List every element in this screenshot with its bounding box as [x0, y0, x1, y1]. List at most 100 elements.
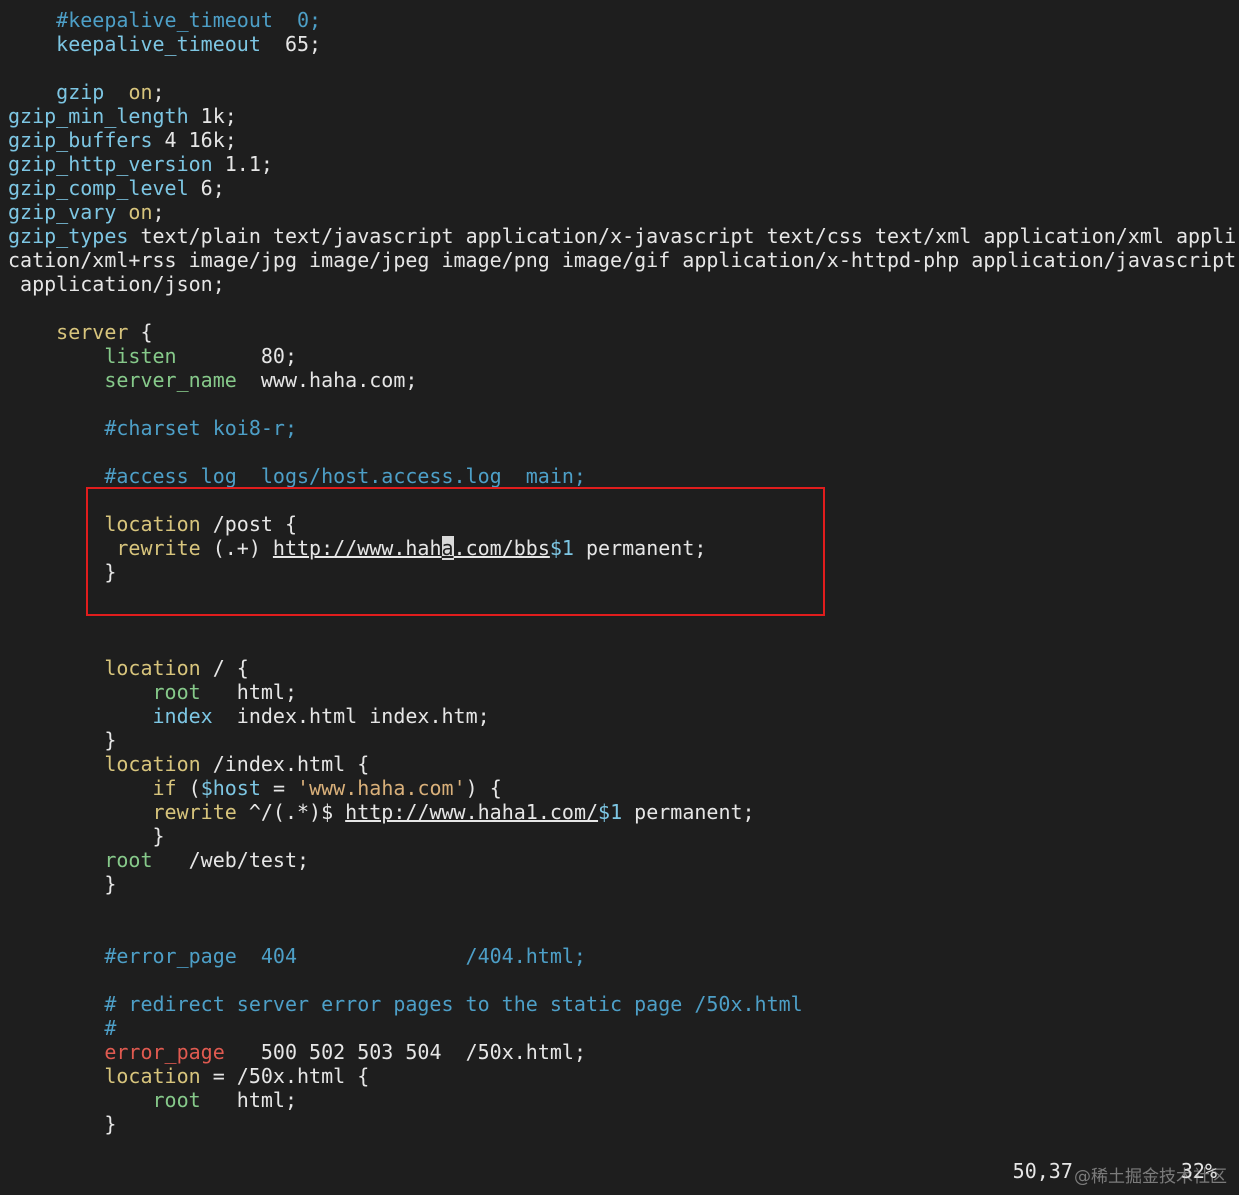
- code-token: gzip_types: [8, 224, 129, 248]
- code-line[interactable]: cation/xml+rss image/jpg image/jpeg imag…: [8, 248, 1239, 272]
- code-token: http://www.haha1.com/: [345, 800, 599, 824]
- code-line[interactable]: gzip_types text/plain text/javascript ap…: [8, 224, 1239, 248]
- code-line[interactable]: index index.html index.htm;: [8, 704, 1239, 728]
- code-token: www.haha.com;: [236, 368, 418, 392]
- code-token: 6;: [188, 176, 225, 200]
- code-line[interactable]: gzip_min_length 1k;: [8, 104, 1239, 128]
- code-token: location: [104, 1064, 201, 1088]
- code-token: html;: [200, 1088, 297, 1112]
- code-line[interactable]: #: [8, 1016, 1239, 1040]
- code-token: }: [8, 872, 117, 896]
- code-token: error_page: [104, 1040, 225, 1064]
- code-line[interactable]: location /index.html {: [8, 752, 1239, 776]
- code-token: }: [8, 728, 117, 752]
- code-line[interactable]: location / {: [8, 656, 1239, 680]
- code-line[interactable]: rewrite ^/(.*)$ http://www.haha1.com/$1 …: [8, 800, 1239, 824]
- code-token: cation/xml+rss image/jpg image/jpeg imag…: [8, 248, 1237, 272]
- annotation-highlight-box: [86, 487, 825, 616]
- code-token: location: [104, 752, 201, 776]
- code-token: permanent;: [622, 800, 755, 824]
- code-token: index: [152, 704, 213, 728]
- code-token: }: [8, 1112, 117, 1136]
- code-line[interactable]: error_page 500 502 503 504 /50x.html;: [8, 1040, 1239, 1064]
- code-line[interactable]: keepalive_timeout 65;: [8, 32, 1239, 56]
- code-token: server: [56, 320, 129, 344]
- code-line[interactable]: [8, 392, 1239, 416]
- code-token: gzip_vary: [8, 200, 117, 224]
- code-token: = /50x.html {: [200, 1064, 370, 1088]
- code-line[interactable]: [8, 632, 1239, 656]
- code-token: #keepalive_timeout 0;: [56, 8, 322, 32]
- code-line[interactable]: # redirect server error pages to the sta…: [8, 992, 1239, 1016]
- code-token: rewrite: [152, 800, 237, 824]
- code-token: application/json;: [8, 272, 225, 296]
- code-line[interactable]: application/json;: [8, 272, 1239, 296]
- code-line[interactable]: [8, 56, 1239, 80]
- code-token: #error_page 404 /404.html;: [104, 944, 586, 968]
- code-line[interactable]: if ($host = 'www.haha.com') {: [8, 776, 1239, 800]
- code-token: }: [8, 824, 165, 848]
- code-token: 4 16k;: [152, 128, 237, 152]
- code-token: /web/test;: [152, 848, 310, 872]
- code-line[interactable]: gzip_vary on;: [8, 200, 1239, 224]
- code-token: server_name: [104, 368, 237, 392]
- code-line[interactable]: }: [8, 872, 1239, 896]
- code-line[interactable]: root html;: [8, 1088, 1239, 1112]
- code-token: / {: [200, 656, 249, 680]
- code-line[interactable]: [8, 296, 1239, 320]
- code-line[interactable]: }: [8, 728, 1239, 752]
- code-line[interactable]: location = /50x.html {: [8, 1064, 1239, 1088]
- code-line[interactable]: [8, 920, 1239, 944]
- code-token: gzip: [56, 80, 105, 104]
- code-line[interactable]: [8, 968, 1239, 992]
- code-token: text/plain text/javascript application/x…: [128, 224, 1237, 248]
- code-line[interactable]: listen 80;: [8, 344, 1239, 368]
- code-token: html;: [200, 680, 297, 704]
- code-line[interactable]: root /web/test;: [8, 848, 1239, 872]
- code-token: ^/(.*)$: [236, 800, 346, 824]
- code-token: #access_log logs/host.access.log main;: [104, 464, 586, 488]
- code-token: gzip_http_version: [8, 152, 213, 176]
- code-line[interactable]: [8, 440, 1239, 464]
- code-token: listen: [104, 344, 177, 368]
- code-line[interactable]: #keepalive_timeout 0;: [8, 8, 1239, 32]
- code-line[interactable]: [8, 896, 1239, 920]
- code-line[interactable]: root html;: [8, 680, 1239, 704]
- watermark-text: @稀土掘金技术社区: [1074, 1167, 1227, 1187]
- code-line[interactable]: server_name www.haha.com;: [8, 368, 1239, 392]
- code-line[interactable]: #error_page 404 /404.html;: [8, 944, 1239, 968]
- cursor-position: 50,37: [1012, 1159, 1073, 1183]
- code-line[interactable]: }: [8, 1112, 1239, 1136]
- code-line[interactable]: gzip_buffers 4 16k;: [8, 128, 1239, 152]
- code-token: 80;: [176, 344, 297, 368]
- code-token: $host: [200, 776, 261, 800]
- code-token: 1k;: [188, 104, 237, 128]
- code-token: on: [128, 80, 153, 104]
- code-line[interactable]: #charset koi8-r;: [8, 416, 1239, 440]
- code-line[interactable]: gzip_comp_level 6;: [8, 176, 1239, 200]
- code-token: #charset koi8-r;: [104, 416, 297, 440]
- code-line[interactable]: #access_log logs/host.access.log main;: [8, 464, 1239, 488]
- code-token: 65;: [260, 32, 322, 56]
- code-line[interactable]: gzip on;: [8, 80, 1239, 104]
- code-line[interactable]: server {: [8, 320, 1239, 344]
- code-line[interactable]: }: [8, 824, 1239, 848]
- code-line[interactable]: gzip_http_version 1.1;: [8, 152, 1239, 176]
